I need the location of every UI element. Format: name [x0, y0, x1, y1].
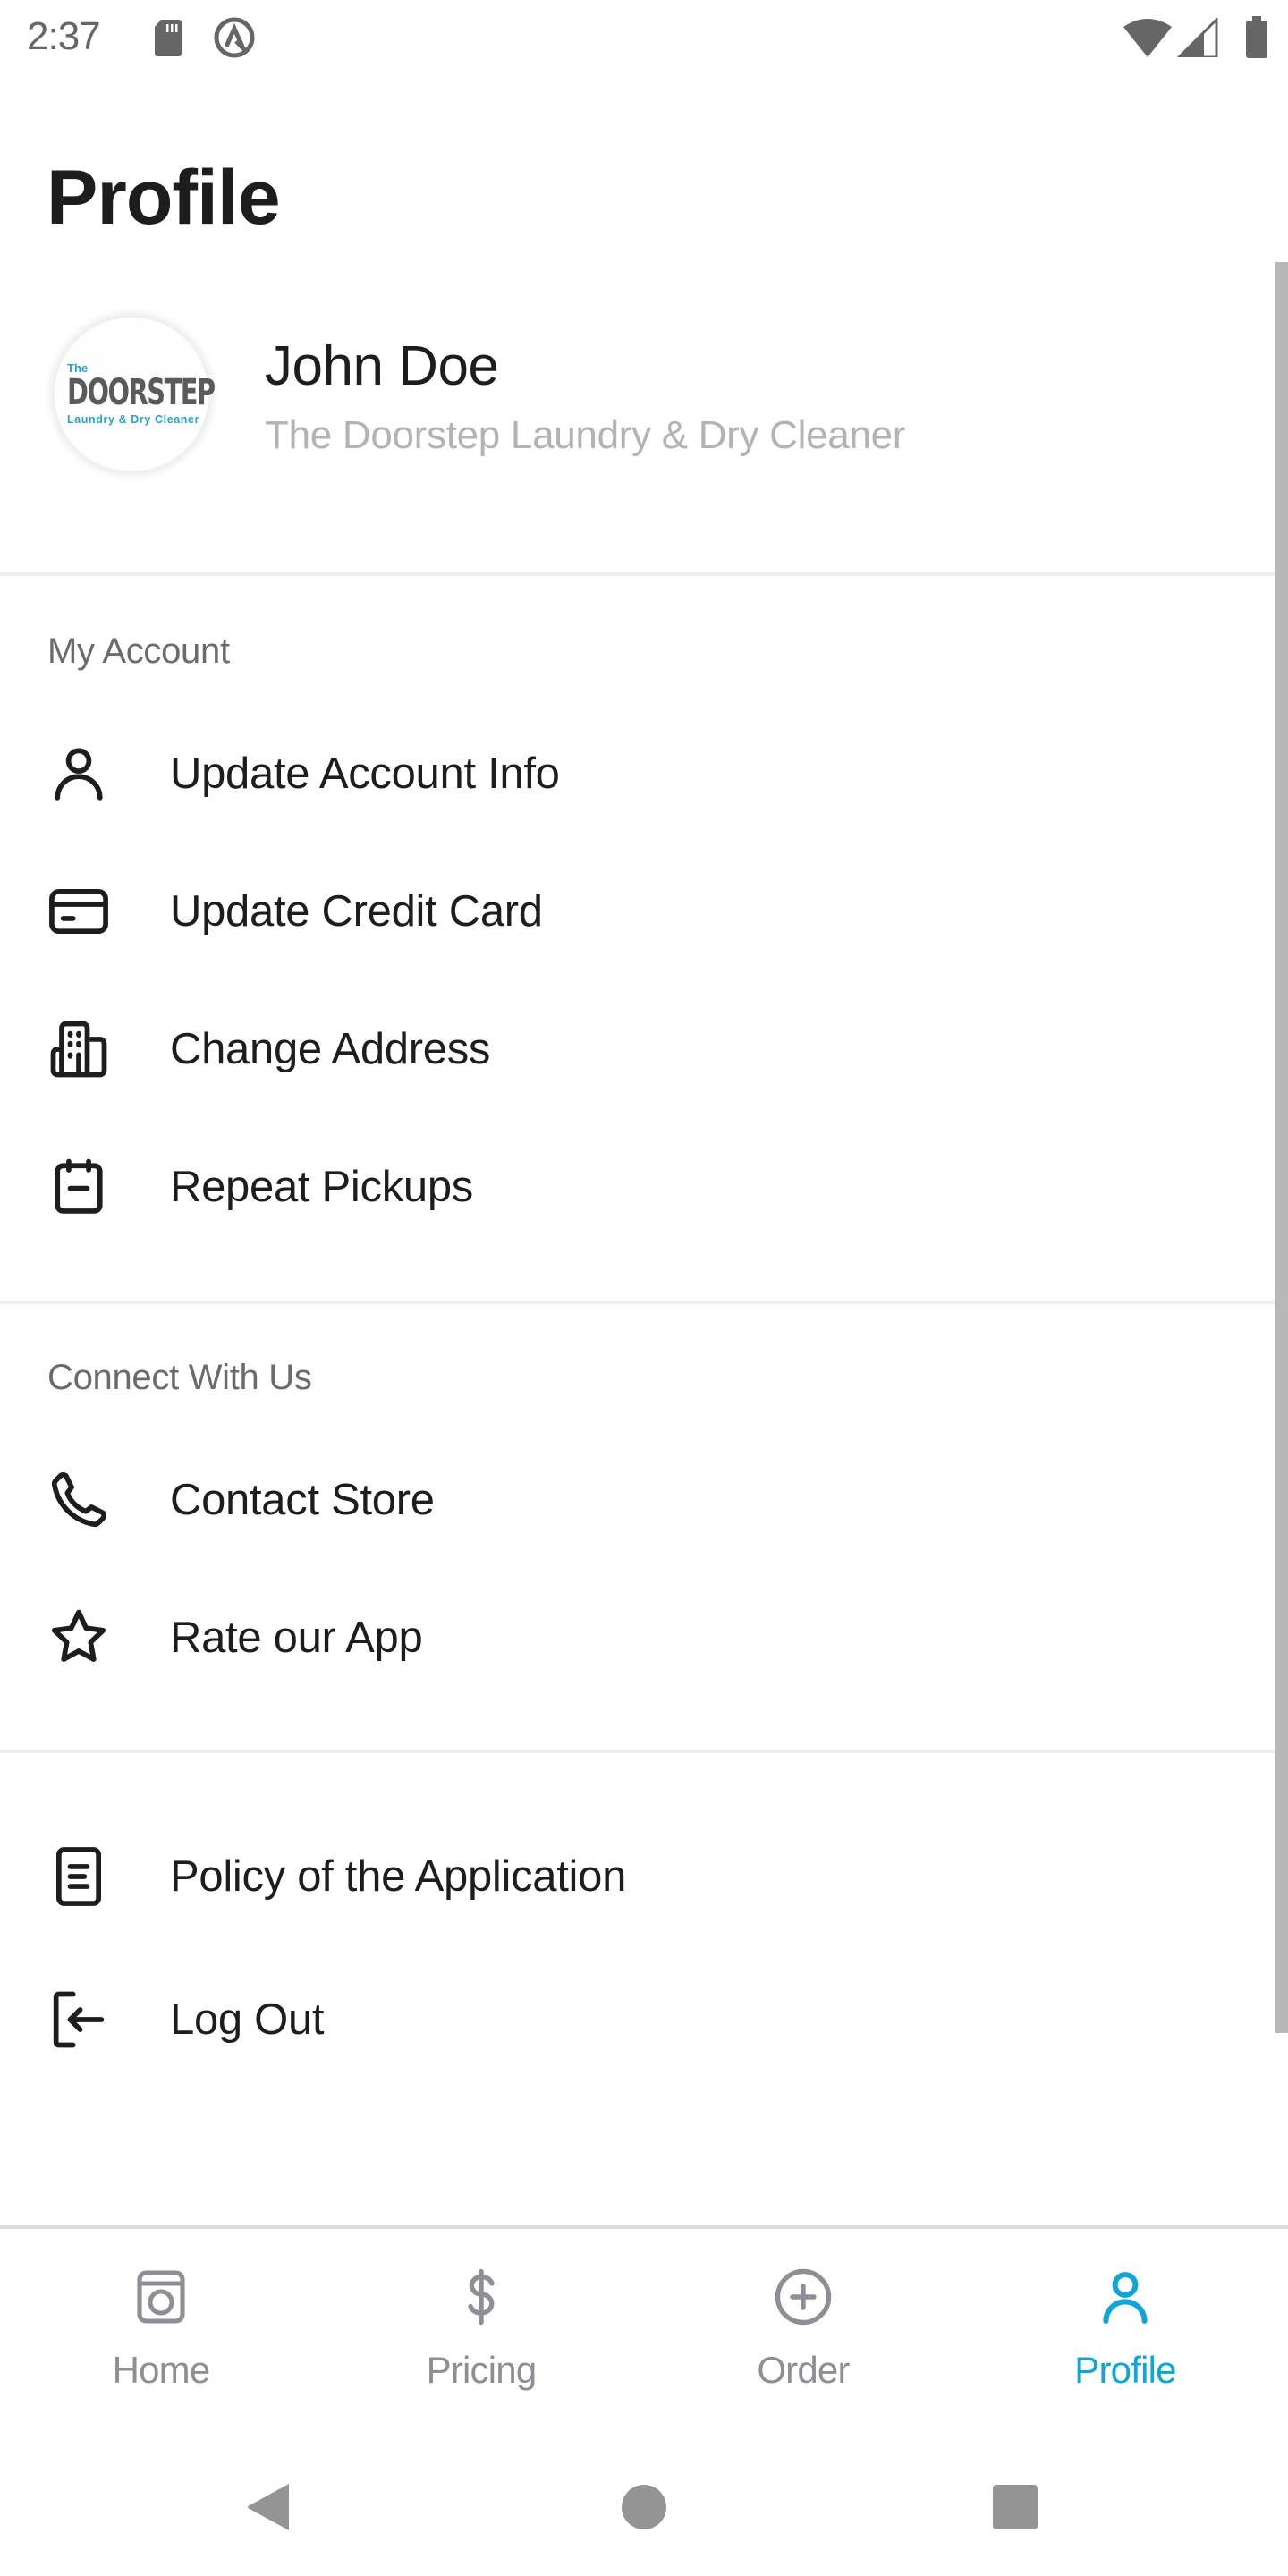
- menu-item-change-address[interactable]: Change Address: [0, 1000, 1270, 1098]
- tab-label: Pricing: [426, 2349, 538, 2391]
- menu-item-label: Policy of the Application: [170, 1852, 627, 1901]
- star-icon: [45, 1597, 125, 1678]
- menu-item-update-credit-card[interactable]: Update Credit Card: [0, 862, 1270, 961]
- divider: [0, 1750, 1288, 1753]
- section-header-my-account: My Account: [47, 631, 230, 671]
- tab-label: Profile: [1074, 2349, 1176, 2391]
- menu-item-label: Contact Store: [170, 1476, 435, 1524]
- menu-item-label: Repeat Pickups: [170, 1163, 473, 1211]
- section-header-connect-with-us: Connect With Us: [47, 1358, 312, 1397]
- calendar-icon: [45, 1147, 125, 1227]
- menu-item-rate-our-app[interactable]: Rate our App: [0, 1589, 1270, 1687]
- credit-card-icon: [45, 871, 125, 952]
- menu-item-repeat-pickups[interactable]: Repeat Pickups: [0, 1138, 1270, 1236]
- menu-item-label: Update Account Info: [170, 750, 560, 798]
- sd-card-icon: [154, 18, 182, 57]
- accessibility-a-icon: [213, 16, 256, 59]
- tab-label: Order: [757, 2349, 850, 2391]
- tab-pricing[interactable]: Pricing: [347, 2229, 615, 2408]
- store-logo-avatar: The DOORSTEP Laundry & Dry Cleaner: [52, 315, 216, 474]
- user-name: John Doe: [265, 335, 499, 397]
- menu-item-update-account-info[interactable]: Update Account Info: [0, 724, 1270, 823]
- status-bar: 2:37: [0, 0, 1288, 80]
- menu-item-label: Change Address: [170, 1025, 491, 1073]
- status-time: 2:37: [27, 14, 101, 58]
- page-title: Profile: [47, 155, 281, 241]
- divider: [0, 1301, 1288, 1304]
- menu-item-policy[interactable]: Policy of the Application: [0, 1827, 1270, 1926]
- menu-item-label: Rate our App: [170, 1614, 423, 1662]
- dollar-icon: [449, 2265, 513, 2329]
- user-icon: [45, 733, 125, 814]
- divider: [0, 572, 1288, 576]
- system-nav-bar: [0, 2433, 1288, 2576]
- washing-machine-icon: [129, 2265, 193, 2329]
- logo-main-text: DOORSTEP: [67, 372, 216, 413]
- menu-item-contact-store[interactable]: Contact Store: [0, 1451, 1270, 1549]
- menu-item-label: Update Credit Card: [170, 887, 543, 936]
- logout-icon: [45, 1979, 125, 2060]
- user-icon: [1093, 2265, 1157, 2329]
- tab-order[interactable]: Order: [669, 2229, 937, 2408]
- back-icon[interactable]: [238, 2476, 301, 2538]
- tab-label: Home: [112, 2349, 211, 2391]
- phone-icon: [45, 1460, 125, 1540]
- logo-tagline: Laundry & Dry Cleaner: [67, 413, 200, 426]
- scrollbar[interactable]: [1275, 262, 1288, 2033]
- user-store-name: The Doorstep Laundry & Dry Cleaner: [265, 413, 906, 457]
- bottom-nav: Home Pricing Order Profile: [0, 2225, 1288, 2404]
- add-circle-icon: [771, 2265, 835, 2329]
- menu-item-log-out[interactable]: Log Out: [0, 1970, 1270, 2069]
- recents-square-icon[interactable]: [984, 2476, 1046, 2538]
- tab-profile[interactable]: Profile: [991, 2229, 1259, 2408]
- menu-item-label: Log Out: [170, 1996, 325, 2044]
- wifi-icon: [1122, 18, 1174, 57]
- building-icon: [45, 1009, 125, 1089]
- home-circle-icon[interactable]: [613, 2476, 675, 2538]
- document-icon: [45, 1836, 125, 1917]
- battery-icon: [1245, 16, 1268, 59]
- tab-home[interactable]: Home: [27, 2229, 295, 2408]
- cell-signal-icon: [1175, 16, 1218, 59]
